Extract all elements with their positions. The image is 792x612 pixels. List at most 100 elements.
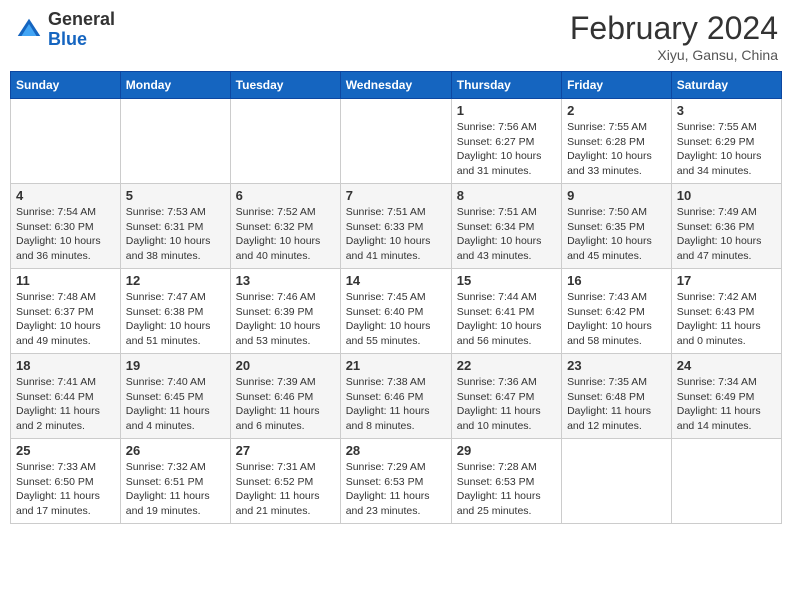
day-number: 21: [346, 358, 446, 373]
day-info: Sunrise: 7:42 AMSunset: 6:43 PMDaylight:…: [677, 291, 761, 347]
logo-text: General Blue: [48, 10, 115, 50]
calendar-week-1: 1 Sunrise: 7:56 AMSunset: 6:27 PMDayligh…: [11, 99, 782, 184]
day-info: Sunrise: 7:53 AMSunset: 6:31 PMDaylight:…: [126, 206, 211, 262]
location: Xiyu, Gansu, China: [570, 47, 778, 63]
calendar-cell: 7 Sunrise: 7:51 AMSunset: 6:33 PMDayligh…: [340, 184, 451, 269]
day-info: Sunrise: 7:56 AMSunset: 6:27 PMDaylight:…: [457, 121, 542, 177]
calendar-cell: [230, 99, 340, 184]
day-number: 22: [457, 358, 556, 373]
calendar-cell: [562, 439, 672, 524]
day-info: Sunrise: 7:39 AMSunset: 6:46 PMDaylight:…: [236, 376, 320, 432]
calendar-cell: 29 Sunrise: 7:28 AMSunset: 6:53 PMDaylig…: [451, 439, 561, 524]
day-number: 3: [677, 103, 776, 118]
logo-general: General: [48, 9, 115, 29]
page-header: General Blue February 2024 Xiyu, Gansu, …: [10, 10, 782, 63]
day-info: Sunrise: 7:28 AMSunset: 6:53 PMDaylight:…: [457, 461, 541, 517]
day-number: 29: [457, 443, 556, 458]
calendar-cell: [671, 439, 781, 524]
calendar-cell: 3 Sunrise: 7:55 AMSunset: 6:29 PMDayligh…: [671, 99, 781, 184]
day-number: 17: [677, 273, 776, 288]
day-info: Sunrise: 7:41 AMSunset: 6:44 PMDaylight:…: [16, 376, 100, 432]
calendar-week-4: 18 Sunrise: 7:41 AMSunset: 6:44 PMDaylig…: [11, 354, 782, 439]
calendar-cell: 18 Sunrise: 7:41 AMSunset: 6:44 PMDaylig…: [11, 354, 121, 439]
day-number: 10: [677, 188, 776, 203]
header-day-monday: Monday: [120, 72, 230, 99]
day-number: 12: [126, 273, 225, 288]
day-info: Sunrise: 7:51 AMSunset: 6:33 PMDaylight:…: [346, 206, 431, 262]
day-info: Sunrise: 7:51 AMSunset: 6:34 PMDaylight:…: [457, 206, 542, 262]
day-number: 25: [16, 443, 115, 458]
day-info: Sunrise: 7:32 AMSunset: 6:51 PMDaylight:…: [126, 461, 210, 517]
calendar-cell: 17 Sunrise: 7:42 AMSunset: 6:43 PMDaylig…: [671, 269, 781, 354]
calendar-week-5: 25 Sunrise: 7:33 AMSunset: 6:50 PMDaylig…: [11, 439, 782, 524]
calendar-cell: [11, 99, 121, 184]
header-day-thursday: Thursday: [451, 72, 561, 99]
day-number: 18: [16, 358, 115, 373]
day-info: Sunrise: 7:29 AMSunset: 6:53 PMDaylight:…: [346, 461, 430, 517]
calendar-cell: 19 Sunrise: 7:40 AMSunset: 6:45 PMDaylig…: [120, 354, 230, 439]
day-info: Sunrise: 7:54 AMSunset: 6:30 PMDaylight:…: [16, 206, 101, 262]
calendar-cell: 27 Sunrise: 7:31 AMSunset: 6:52 PMDaylig…: [230, 439, 340, 524]
day-number: 23: [567, 358, 666, 373]
day-number: 9: [567, 188, 666, 203]
day-number: 19: [126, 358, 225, 373]
header-day-saturday: Saturday: [671, 72, 781, 99]
title-block: February 2024 Xiyu, Gansu, China: [570, 10, 778, 63]
header-day-friday: Friday: [562, 72, 672, 99]
calendar-cell: 12 Sunrise: 7:47 AMSunset: 6:38 PMDaylig…: [120, 269, 230, 354]
day-info: Sunrise: 7:38 AMSunset: 6:46 PMDaylight:…: [346, 376, 430, 432]
day-info: Sunrise: 7:47 AMSunset: 6:38 PMDaylight:…: [126, 291, 211, 347]
day-number: 16: [567, 273, 666, 288]
calendar-cell: [120, 99, 230, 184]
day-info: Sunrise: 7:34 AMSunset: 6:49 PMDaylight:…: [677, 376, 761, 432]
calendar-cell: 16 Sunrise: 7:43 AMSunset: 6:42 PMDaylig…: [562, 269, 672, 354]
calendar-cell: 8 Sunrise: 7:51 AMSunset: 6:34 PMDayligh…: [451, 184, 561, 269]
day-number: 1: [457, 103, 556, 118]
calendar-cell: 14 Sunrise: 7:45 AMSunset: 6:40 PMDaylig…: [340, 269, 451, 354]
calendar-cell: 15 Sunrise: 7:44 AMSunset: 6:41 PMDaylig…: [451, 269, 561, 354]
calendar-cell: 23 Sunrise: 7:35 AMSunset: 6:48 PMDaylig…: [562, 354, 672, 439]
day-info: Sunrise: 7:44 AMSunset: 6:41 PMDaylight:…: [457, 291, 542, 347]
header-row: SundayMondayTuesdayWednesdayThursdayFrid…: [11, 72, 782, 99]
day-info: Sunrise: 7:50 AMSunset: 6:35 PMDaylight:…: [567, 206, 652, 262]
day-number: 4: [16, 188, 115, 203]
calendar-cell: 2 Sunrise: 7:55 AMSunset: 6:28 PMDayligh…: [562, 99, 672, 184]
calendar-cell: 1 Sunrise: 7:56 AMSunset: 6:27 PMDayligh…: [451, 99, 561, 184]
calendar-cell: 24 Sunrise: 7:34 AMSunset: 6:49 PMDaylig…: [671, 354, 781, 439]
day-info: Sunrise: 7:31 AMSunset: 6:52 PMDaylight:…: [236, 461, 320, 517]
day-number: 27: [236, 443, 335, 458]
day-info: Sunrise: 7:52 AMSunset: 6:32 PMDaylight:…: [236, 206, 321, 262]
day-number: 6: [236, 188, 335, 203]
calendar-table: SundayMondayTuesdayWednesdayThursdayFrid…: [10, 71, 782, 524]
calendar-cell: 25 Sunrise: 7:33 AMSunset: 6:50 PMDaylig…: [11, 439, 121, 524]
calendar-header: SundayMondayTuesdayWednesdayThursdayFrid…: [11, 72, 782, 99]
day-number: 13: [236, 273, 335, 288]
calendar-cell: 11 Sunrise: 7:48 AMSunset: 6:37 PMDaylig…: [11, 269, 121, 354]
day-number: 20: [236, 358, 335, 373]
day-number: 7: [346, 188, 446, 203]
calendar-cell: 26 Sunrise: 7:32 AMSunset: 6:51 PMDaylig…: [120, 439, 230, 524]
day-number: 11: [16, 273, 115, 288]
header-day-sunday: Sunday: [11, 72, 121, 99]
day-info: Sunrise: 7:33 AMSunset: 6:50 PMDaylight:…: [16, 461, 100, 517]
calendar-cell: 28 Sunrise: 7:29 AMSunset: 6:53 PMDaylig…: [340, 439, 451, 524]
calendar-cell: 10 Sunrise: 7:49 AMSunset: 6:36 PMDaylig…: [671, 184, 781, 269]
day-info: Sunrise: 7:43 AMSunset: 6:42 PMDaylight:…: [567, 291, 652, 347]
logo-icon: [14, 15, 44, 45]
day-info: Sunrise: 7:49 AMSunset: 6:36 PMDaylight:…: [677, 206, 762, 262]
day-number: 28: [346, 443, 446, 458]
day-info: Sunrise: 7:55 AMSunset: 6:29 PMDaylight:…: [677, 121, 762, 177]
header-day-wednesday: Wednesday: [340, 72, 451, 99]
day-number: 5: [126, 188, 225, 203]
logo-blue: Blue: [48, 29, 87, 49]
month-title: February 2024: [570, 10, 778, 47]
calendar-cell: 13 Sunrise: 7:46 AMSunset: 6:39 PMDaylig…: [230, 269, 340, 354]
day-number: 26: [126, 443, 225, 458]
day-info: Sunrise: 7:48 AMSunset: 6:37 PMDaylight:…: [16, 291, 101, 347]
day-number: 24: [677, 358, 776, 373]
calendar-cell: 21 Sunrise: 7:38 AMSunset: 6:46 PMDaylig…: [340, 354, 451, 439]
day-info: Sunrise: 7:46 AMSunset: 6:39 PMDaylight:…: [236, 291, 321, 347]
day-info: Sunrise: 7:55 AMSunset: 6:28 PMDaylight:…: [567, 121, 652, 177]
calendar-cell: 20 Sunrise: 7:39 AMSunset: 6:46 PMDaylig…: [230, 354, 340, 439]
calendar-cell: 4 Sunrise: 7:54 AMSunset: 6:30 PMDayligh…: [11, 184, 121, 269]
